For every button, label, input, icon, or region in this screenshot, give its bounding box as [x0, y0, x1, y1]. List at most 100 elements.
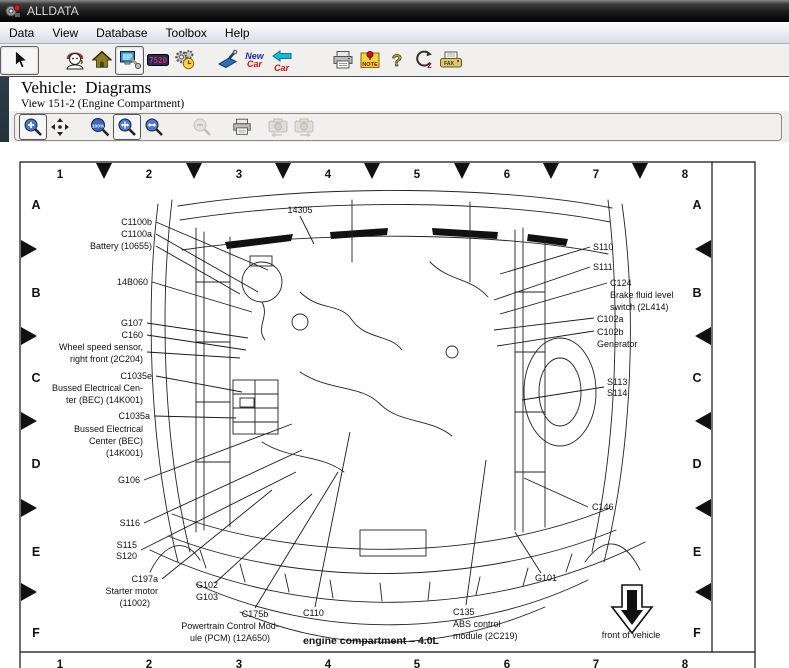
code-reader-button[interactable]: 7520 — [144, 47, 171, 74]
menu-item-database[interactable]: Database — [87, 24, 156, 42]
grid-triangle-right — [21, 499, 37, 517]
page-title: Vehicle: Diagrams — [9, 77, 789, 98]
code-display-icon: 7520 — [146, 48, 170, 72]
leader-line — [144, 450, 302, 523]
diagram-label: ter (BEC) (14K001) — [66, 395, 143, 405]
diagram-label: S120 — [116, 551, 137, 561]
grid-number: 5 — [414, 169, 420, 181]
grid-triangle-right — [21, 327, 37, 345]
cursor-icon — [9, 49, 31, 71]
grid-number: 8 — [682, 169, 688, 181]
menu-item-help[interactable]: Help — [216, 24, 259, 42]
grid-letter: A — [692, 198, 701, 212]
zoom-fit-button[interactable] — [113, 114, 141, 140]
pan-button[interactable] — [47, 115, 73, 139]
diagram-label: C1035e — [120, 371, 152, 381]
help-button[interactable]: ? — [383, 47, 410, 74]
leader-line — [152, 282, 252, 312]
grid-number: 1 — [57, 169, 63, 181]
diagram-label: C102a — [597, 314, 624, 324]
grid-letter: A — [31, 198, 40, 212]
grid-triangle-down — [186, 163, 202, 179]
zoom-out-button[interactable] — [189, 115, 215, 139]
view-subtitle: View 151-2 (Engine Compartment) — [9, 98, 789, 110]
diagram-label: Brake fluid level — [610, 290, 674, 300]
tech-support-button[interactable] — [61, 47, 88, 74]
tech-support-icon — [63, 48, 87, 72]
snapshot-previous-button[interactable] — [265, 115, 291, 139]
menu-item-toolbox[interactable]: Toolbox — [157, 24, 216, 42]
diagram-viewport[interactable]: 1122334455667788AABBCCDDEEFF14305C1100bC… — [0, 142, 789, 668]
grid-triangle-down — [364, 163, 380, 179]
grid-triangle-left — [695, 327, 711, 345]
print-button[interactable] — [329, 47, 356, 74]
menu-item-data[interactable]: Data — [0, 24, 43, 42]
zoom-out-icon — [191, 116, 213, 138]
grid-letter: D — [31, 457, 40, 471]
diagram-label: G102 — [196, 580, 218, 590]
menu-item-view[interactable]: View — [43, 24, 87, 42]
grid-number: 6 — [504, 659, 510, 668]
cursor-button[interactable] — [0, 46, 39, 75]
leader-line — [524, 478, 588, 507]
sort-az-icon: z — [412, 48, 436, 72]
viewer-toolbar: 100% — [9, 111, 789, 142]
grid-number: 2 — [146, 659, 152, 668]
snapshot-next-button[interactable] — [291, 115, 317, 139]
leader-line — [315, 432, 350, 607]
leader-line — [466, 460, 486, 605]
menu-bar: DataViewDatabaseToolboxHelp — [0, 22, 789, 44]
previous-car-button[interactable]: Car — [268, 47, 295, 74]
home-button[interactable] — [88, 47, 115, 74]
diagram-label: C175b — [242, 609, 269, 619]
fax-label: FAX — [444, 61, 454, 67]
notes-button[interactable]: NOTE — [356, 47, 383, 74]
diagram-label: S113 — [607, 377, 627, 387]
leader-line — [147, 352, 240, 358]
leader-line — [141, 472, 296, 550]
grid-number: 8 — [682, 659, 688, 668]
grid-number: 7 — [593, 659, 599, 668]
diagram-label: Center (BEC) — [89, 436, 143, 446]
vehicle-diagnostics-button[interactable] — [115, 46, 144, 75]
diagram-label: C1035a — [118, 411, 150, 421]
diagram-label: right front (2C204) — [70, 354, 143, 364]
zoom-100-button[interactable]: 100% — [87, 115, 113, 139]
diagram-label: C102b — [597, 327, 624, 337]
service-schedule-button[interactable] — [171, 47, 198, 74]
zoom-width-button[interactable] — [141, 115, 167, 139]
grid-triangle-down — [275, 163, 291, 179]
leader-line — [497, 331, 594, 346]
sort-az-button[interactable]: z — [410, 47, 437, 74]
title-bar[interactable]: ALLDATA — [0, 0, 789, 22]
camera-forward-icon — [292, 115, 316, 139]
new-car-button[interactable]: New Car — [241, 47, 268, 74]
grid-letter: C — [692, 371, 701, 385]
tools-icon — [216, 48, 240, 72]
diagram-label: C146 — [592, 502, 614, 512]
grid-letter: B — [31, 286, 40, 300]
viewer-toolbar-box: 100% — [14, 113, 782, 141]
grid-triangle-down — [96, 163, 112, 179]
grid-number: 1 — [57, 659, 63, 668]
leader-line — [147, 323, 248, 338]
diagram-label: C135 — [453, 607, 475, 617]
leader-line — [494, 318, 594, 330]
note-icon: NOTE — [358, 48, 382, 72]
grid-number: 3 — [236, 659, 242, 668]
grid-letter: F — [693, 626, 701, 640]
fax-icon: FAX — [438, 48, 464, 72]
vehicle-header: Vehicle: Diagrams View 151-2 (Engine Com… — [9, 77, 789, 111]
fax-button[interactable]: FAX — [437, 47, 464, 74]
viewer-printer-icon — [231, 116, 253, 138]
viewer-print-button[interactable] — [229, 115, 255, 139]
main-toolbar: 7520 New Car — [0, 44, 789, 77]
zoom-in-button[interactable] — [19, 114, 47, 140]
diagram-label: switch (2L414) — [610, 302, 669, 312]
tools-button[interactable] — [214, 47, 241, 74]
grid-number: 7 — [593, 169, 599, 181]
diagram-label: S114 — [607, 388, 627, 398]
grid-letter: C — [31, 371, 40, 385]
diagram-label: S111 — [593, 262, 613, 272]
grid-number: 6 — [504, 169, 510, 181]
